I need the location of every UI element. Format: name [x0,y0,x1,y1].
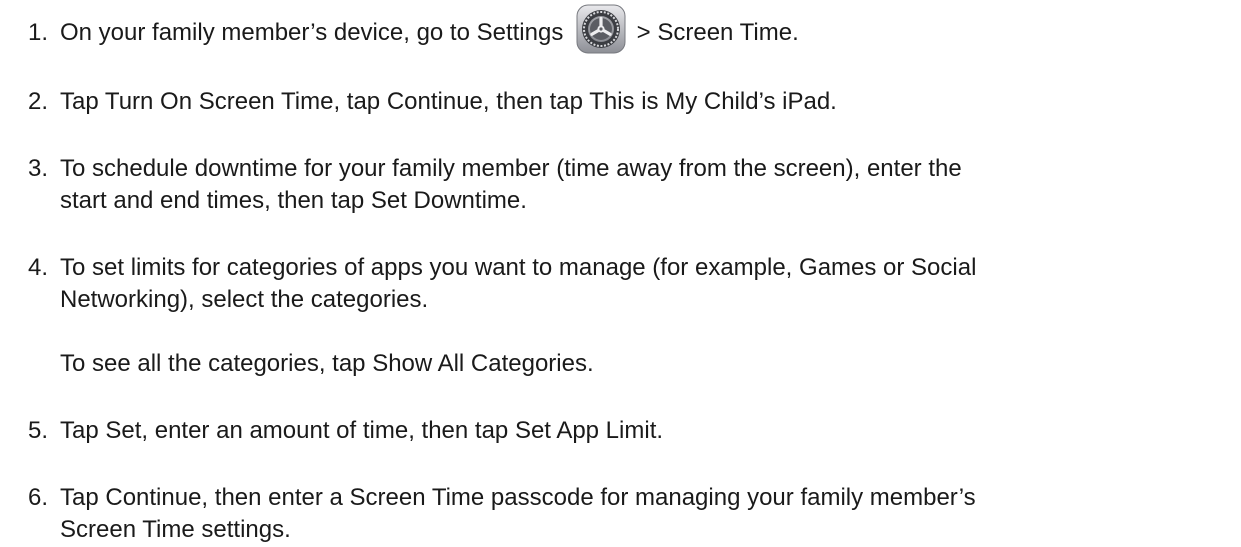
step-number: 6. [28,484,49,511]
step-text: Tap Set, enter an amount of time, then t… [60,417,664,444]
step-text-line: Networking), select the categories. [60,286,429,313]
step-number: 2. [28,88,49,115]
step-text: To set limits for categories of apps you… [60,252,1220,316]
step-1-text-before: On your family member’s device, go to Se… [60,19,570,46]
step-text-line: To set limits for categories of apps you… [60,254,977,281]
instruction-document: 1. On your family member’s device, go to… [0,0,1241,547]
step-text: Tap Turn On Screen Time, tap Continue, t… [60,88,837,115]
step-text-line: Tap Continue, then enter a Screen Time p… [60,484,976,511]
step-text: To schedule downtime for your family mem… [60,153,1220,217]
step-text-line: To schedule downtime for your family mem… [60,155,962,182]
step-number: 5. [28,417,49,444]
step-text-line: start and end times, then tap Set Downti… [60,187,527,214]
step-number: 4. [28,254,49,281]
step-1-text-after: > Screen Time. [630,19,799,46]
step-number: 3. [28,155,49,182]
settings-gear-icon [576,4,626,54]
step-number: 1. [28,19,49,46]
step-text: On your family member’s device, go to Se… [60,4,1220,54]
step-text: Tap Continue, then enter a Screen Time p… [60,482,1220,546]
step-note-text: To see all the categories, tap Show All … [60,350,594,377]
step-text-line: Screen Time settings. [60,516,291,543]
